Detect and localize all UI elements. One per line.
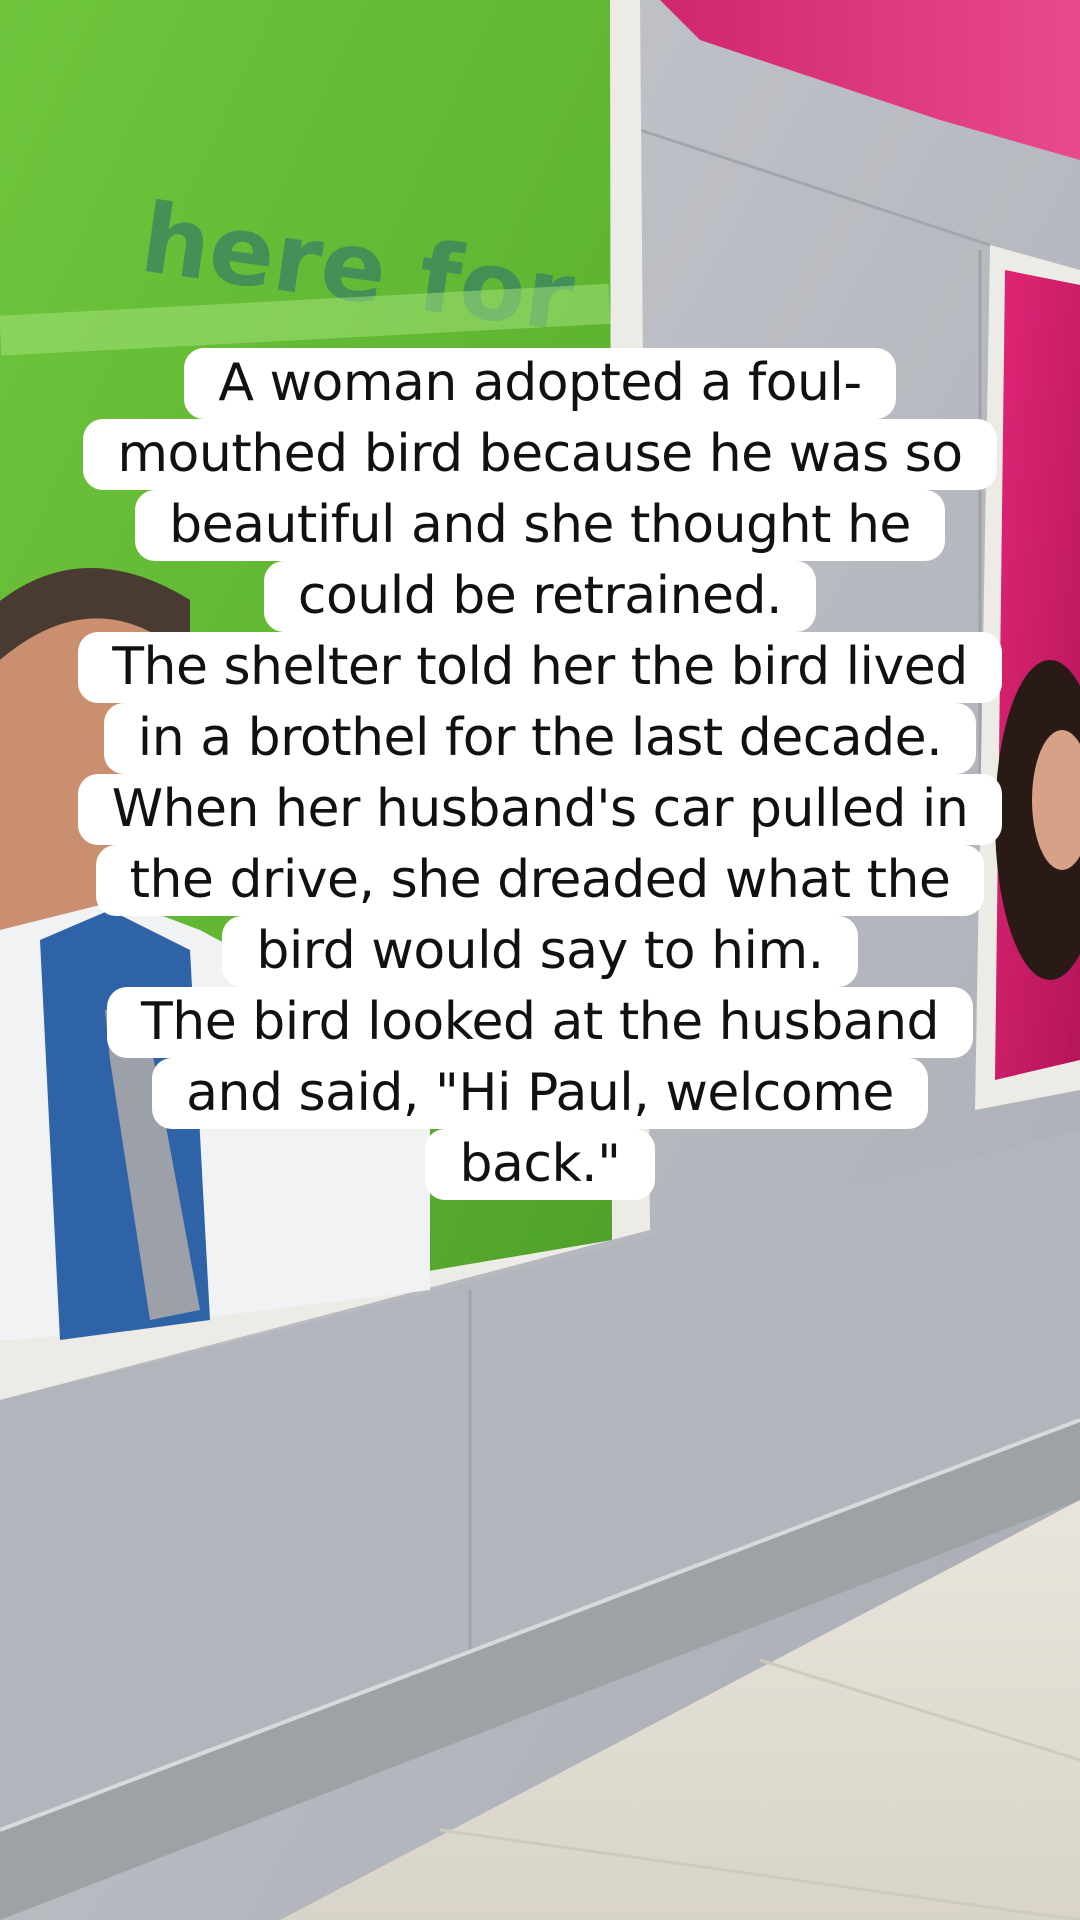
caption-block: A woman adopted a foul- mouthed bird bec… <box>0 348 1080 1200</box>
caption-line: When her husband's car pulled in <box>77 774 1003 845</box>
caption-line: and said, "Hi Paul, welcome <box>152 1058 928 1129</box>
caption-line: A woman adopted a foul- <box>184 348 896 419</box>
caption-line: bird would say to him. <box>222 916 858 987</box>
caption-line: beautiful and she thought he <box>135 490 945 561</box>
caption-line: mouthed bird because he was so <box>83 419 997 490</box>
caption-line: in a brothel for the last decade. <box>103 703 977 774</box>
caption-line: the drive, she dreaded what the <box>95 845 985 916</box>
caption-line: The bird looked at the husband <box>106 987 974 1058</box>
caption-line: could be retrained. <box>263 561 817 632</box>
caption-line: The shelter told her the bird lived <box>78 632 1002 703</box>
caption-line: back." <box>425 1129 655 1200</box>
